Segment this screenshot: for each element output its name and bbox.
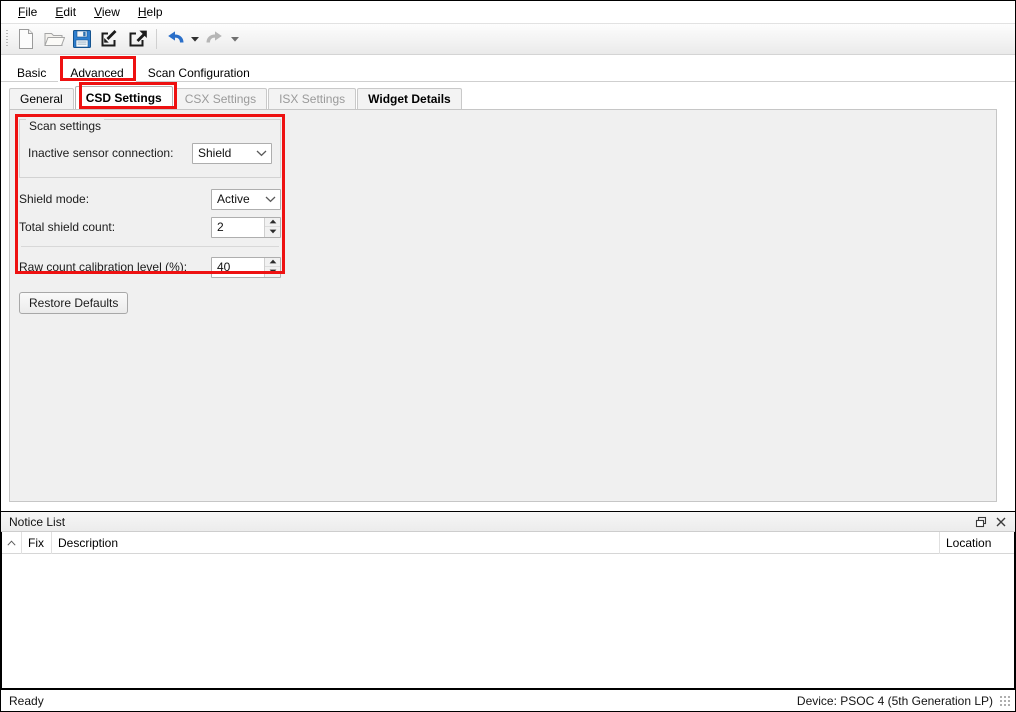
menu-item-view[interactable]: View [85, 3, 129, 21]
csd-settings-panel: Scan settings Inactive sensor connection… [9, 109, 997, 502]
tab-advanced[interactable]: Advanced [58, 61, 136, 83]
shield-mode-select[interactable]: Active [211, 188, 281, 210]
undo-dropdown-caret-icon[interactable] [189, 25, 201, 53]
row-inactive-sensor-connection: Inactive sensor connection: Shield [28, 140, 272, 166]
tab-basic[interactable]: Basic [5, 61, 58, 83]
stepper-up-icon[interactable] [265, 218, 280, 227]
toolbar-separator [156, 29, 157, 49]
raw-count-calibration-level-input[interactable]: 40 [212, 257, 264, 277]
scan-settings-group-title: Scan settings [26, 119, 105, 133]
notice-list-grid: Fix Description Location [1, 531, 1015, 689]
secondary-tab-bar: General CSD Settings CSX Settings ISX Se… [1, 82, 1015, 109]
inactive-sensor-connection-value: Shield [198, 146, 232, 160]
tab-csd-settings[interactable]: CSD Settings [74, 86, 173, 109]
menu-item-edit[interactable]: Edit [46, 3, 85, 21]
tab-widget-details[interactable]: Widget Details [357, 88, 462, 109]
stepper-buttons [264, 257, 280, 277]
raw-count-calibration-level-label: Raw count calibration level (%): [19, 260, 188, 274]
close-icon[interactable] [991, 513, 1011, 531]
column-header-fix[interactable]: Fix [22, 531, 52, 554]
undo-icon[interactable] [161, 25, 189, 53]
tab-isx-settings: ISX Settings [268, 88, 357, 109]
shield-mode-label: Shield mode: [19, 192, 90, 206]
redo-dropdown-caret-icon[interactable] [229, 25, 241, 53]
tab-scan-configuration[interactable]: Scan Configuration [136, 61, 262, 83]
stepper-buttons [264, 217, 280, 237]
menu-item-view-label-rest: iew [101, 5, 120, 19]
restore-defaults-wrapper: Restore Defaults [19, 292, 129, 314]
menu-bar: File Edit View Help [1, 1, 1015, 23]
toolbar [1, 23, 1015, 55]
notice-list-dock: Notice List Fix Description Location [1, 511, 1015, 689]
primary-tab-bar: Basic Advanced Scan Configuration [1, 55, 1015, 83]
save-icon[interactable] [68, 25, 96, 53]
redo-icon[interactable] [201, 25, 229, 53]
row-shield-mode: Shield mode: Active [19, 186, 281, 212]
float-icon[interactable] [971, 513, 991, 531]
chevron-down-icon [261, 190, 280, 209]
row-raw-count-calibration-level: Raw count calibration level (%): 40 [19, 254, 281, 280]
resize-grip-icon[interactable] [999, 694, 1011, 707]
export-icon[interactable] [124, 25, 152, 53]
status-message: Ready [9, 693, 44, 708]
menu-item-help-label-rest: elp [146, 5, 163, 19]
tab-general[interactable]: General [9, 88, 74, 109]
stepper-up-icon[interactable] [265, 258, 280, 267]
inactive-sensor-connection-select[interactable]: Shield [192, 142, 272, 164]
menu-item-file[interactable]: File [9, 3, 46, 21]
menu-item-file-label-rest: ile [25, 5, 38, 19]
status-bar: Ready Device: PSOC 4 (5th Generation LP) [1, 689, 1015, 711]
restore-defaults-button[interactable]: Restore Defaults [19, 292, 129, 314]
new-file-icon[interactable] [12, 25, 40, 53]
row-total-shield-count: Total shield count: 2 [19, 214, 281, 240]
toolbar-grip[interactable] [3, 28, 10, 50]
menu-item-edit-label-rest: dit [63, 5, 77, 19]
shield-mode-value: Active [217, 192, 250, 206]
chevron-down-icon [252, 144, 271, 163]
import-icon[interactable] [96, 25, 124, 53]
stepper-down-icon[interactable] [265, 267, 280, 277]
total-shield-count-label: Total shield count: [19, 220, 116, 234]
inactive-sensor-connection-label: Inactive sensor connection: [28, 146, 174, 160]
stepper-down-icon[interactable] [265, 227, 280, 237]
column-header-location[interactable]: Location [940, 532, 1014, 554]
form-separator [21, 246, 279, 247]
column-header-description[interactable]: Description [52, 531, 940, 554]
raw-count-calibration-level-stepper[interactable]: 40 [211, 256, 281, 278]
application-window: File Edit View Help Basic Advanced Scan … [0, 0, 1016, 712]
notice-list-title-bar: Notice List [1, 512, 1015, 532]
scan-settings-groupbox: Scan settings Inactive sensor connection… [19, 119, 281, 178]
notice-list-header-row: Fix Description Location [2, 531, 1014, 554]
sort-indicator-caret-icon[interactable] [2, 531, 22, 554]
status-device-info: Device: PSOC 4 (5th Generation LP) [796, 693, 993, 708]
total-shield-count-input[interactable]: 2 [212, 217, 264, 237]
notice-list-rows [2, 554, 1014, 688]
notice-list-title: Notice List [9, 514, 66, 529]
menu-item-help[interactable]: Help [129, 3, 172, 21]
scan-settings-form: Scan settings Inactive sensor connection… [19, 119, 281, 282]
tab-csx-settings: CSX Settings [173, 88, 268, 109]
open-folder-icon[interactable] [40, 25, 68, 53]
total-shield-count-stepper[interactable]: 2 [211, 216, 281, 238]
content-area: Scan settings Inactive sensor connection… [1, 109, 1015, 511]
